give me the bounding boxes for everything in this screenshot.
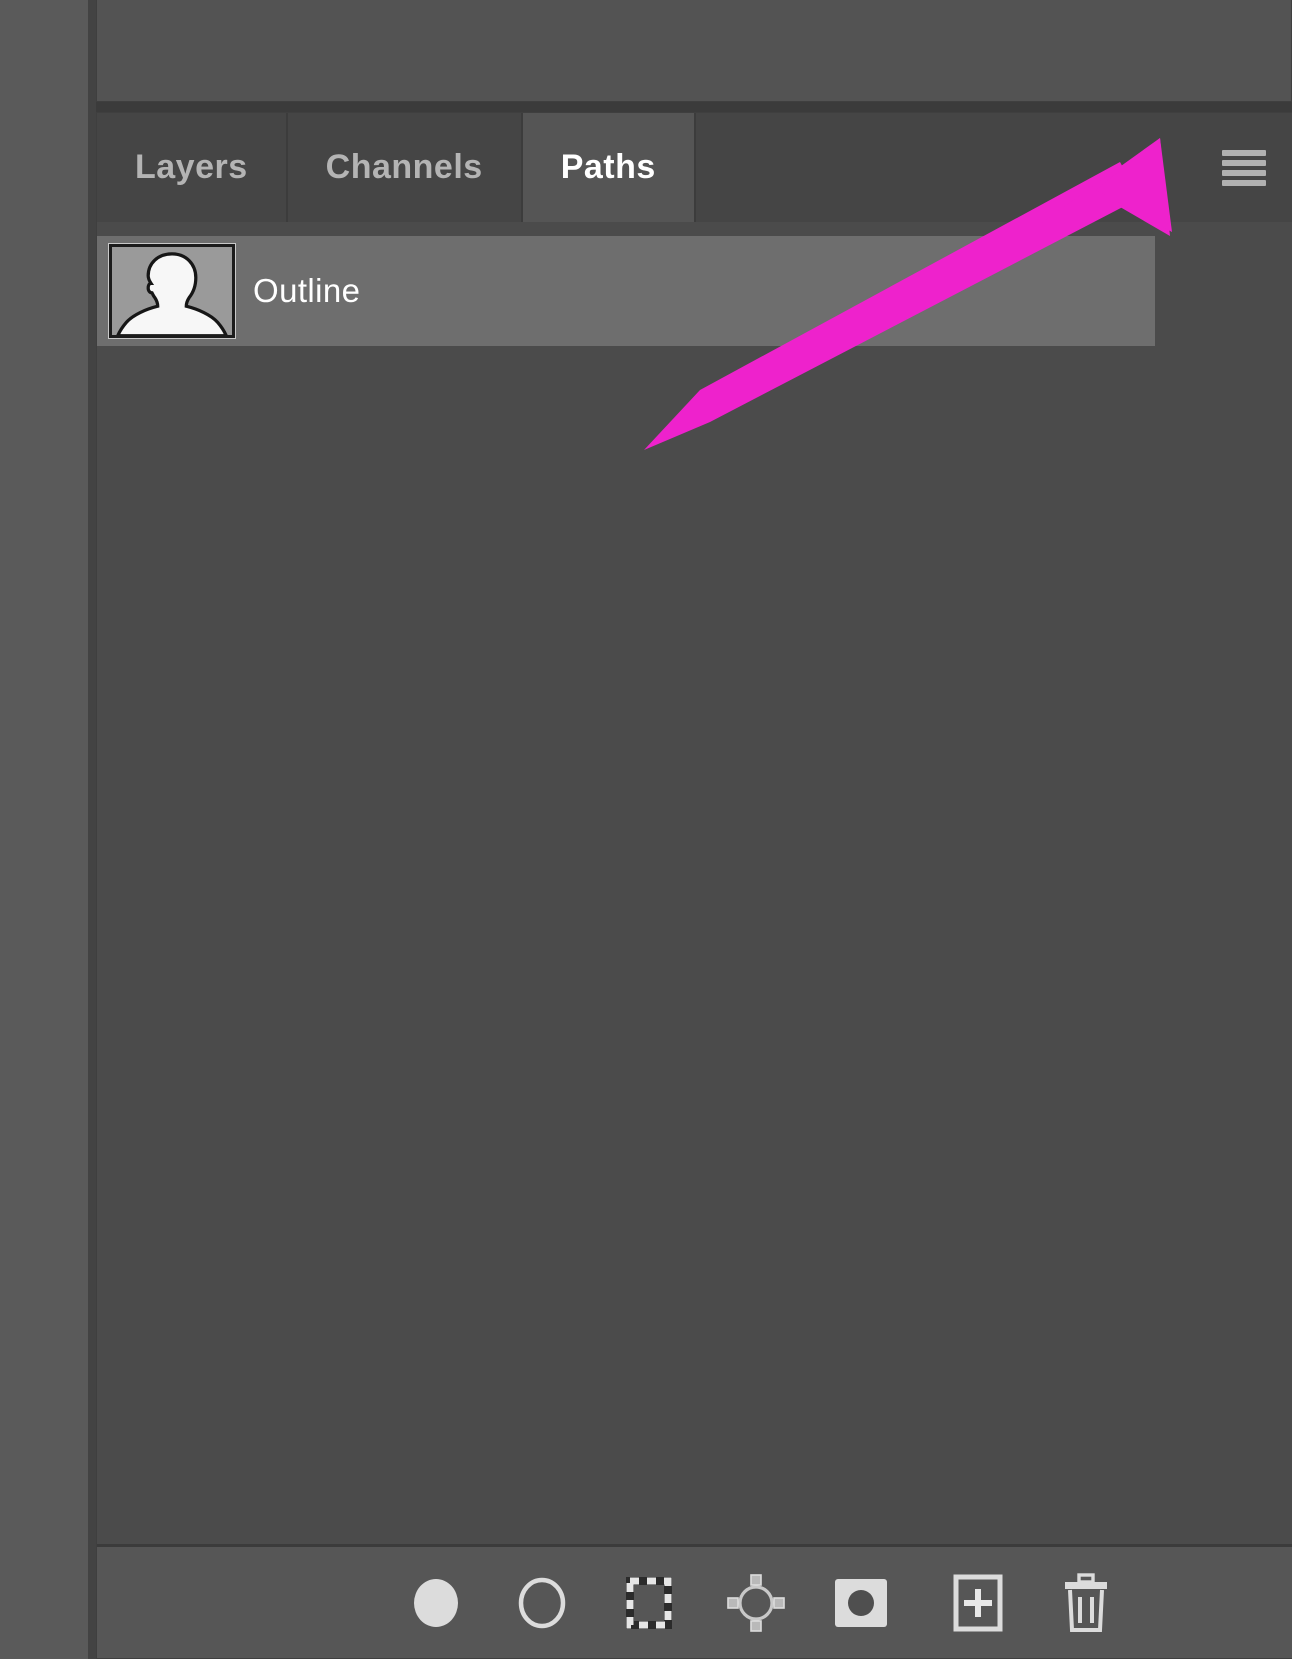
hamburger-bar — [1222, 179, 1266, 186]
path-name-label: Outline — [253, 272, 361, 309]
trash-can-icon — [1065, 1572, 1107, 1632]
tab-channels-label: Channels — [325, 148, 483, 186]
fill-path-with-foreground-color-button[interactable] — [405, 1572, 467, 1634]
anchor-points-path-icon — [727, 1573, 785, 1632]
tab-layers[interactable]: Layers — [97, 113, 288, 222]
new-path-plus-square-icon — [953, 1574, 1003, 1631]
circle-outline-icon — [518, 1577, 566, 1628]
filled-circle-icon — [414, 1578, 458, 1627]
hamburger-menu-icon[interactable] — [1222, 149, 1266, 186]
load-path-as-selection-button[interactable] — [618, 1572, 680, 1634]
dashed-selection-square-icon — [626, 1576, 672, 1629]
list-top-gap — [97, 222, 1292, 236]
tab-paths-label: Paths — [560, 148, 656, 186]
hamburger-bar — [1222, 169, 1266, 176]
panel-above-fragment — [96, 0, 1292, 102]
mask-thumbnail-icon — [835, 1578, 887, 1627]
paths-panel-toolbar — [97, 1544, 1292, 1658]
left-dock-strip — [0, 0, 88, 1659]
create-new-path-button[interactable] — [947, 1572, 1009, 1634]
add-mask-button[interactable] — [830, 1572, 892, 1634]
paths-panel: Layers Channels Paths Outline — [96, 112, 1292, 1659]
tab-paths[interactable]: Paths — [522, 113, 696, 222]
tab-channels[interactable]: Channels — [287, 113, 523, 222]
left-dock-divider — [88, 0, 96, 1659]
person-silhouette-path-thumbnail — [108, 243, 236, 339]
hamburger-bar — [1222, 149, 1266, 156]
photoshop-paths-panel-screenshot: Layers Channels Paths Outline — [0, 0, 1292, 1659]
tab-bar-empty-area — [695, 113, 1292, 222]
list-item[interactable]: Outline — [97, 236, 1155, 346]
delete-path-button[interactable] — [1055, 1572, 1117, 1634]
paths-list[interactable]: Outline — [97, 236, 1292, 1546]
tab-layers-label: Layers — [135, 148, 248, 186]
panel-separator-gap — [96, 102, 1292, 112]
make-work-path-from-selection-button[interactable] — [725, 1572, 787, 1634]
hamburger-bar — [1222, 159, 1266, 166]
panel-tab-bar: Layers Channels Paths — [97, 113, 1292, 222]
stroke-path-with-brush-button[interactable] — [511, 1572, 573, 1634]
